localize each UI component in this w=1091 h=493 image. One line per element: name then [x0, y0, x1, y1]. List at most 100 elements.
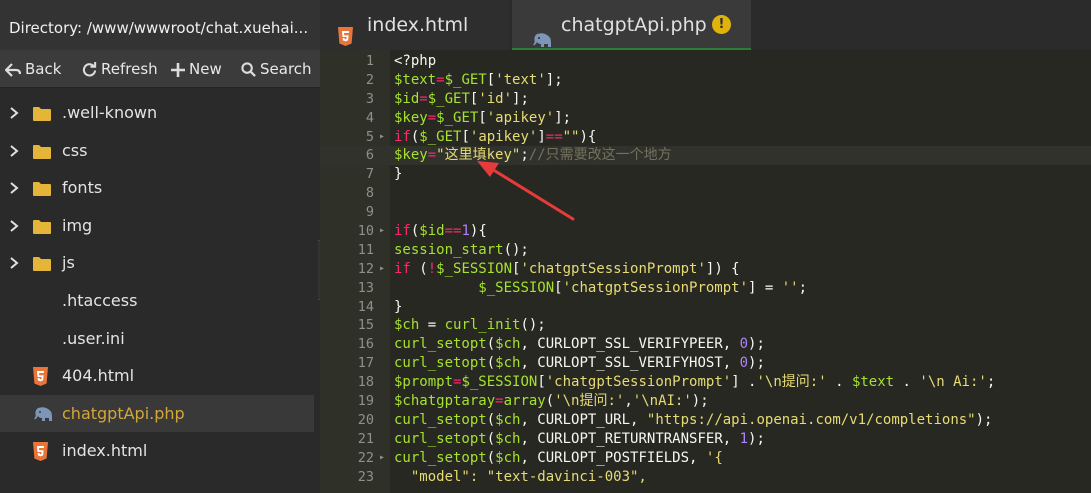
code-line[interactable]: 16 curl_setopt($ch, CURLOPT_SSL_VERIFYPEE… — [320, 335, 1091, 354]
fold-arrow-icon[interactable]: ▸ — [379, 260, 385, 279]
fold-arrow-icon[interactable]: ▸ — [379, 449, 385, 468]
code-text[interactable]: if($_GET['apikey']==""){ — [394, 128, 596, 147]
code-line[interactable]: 2 $text=$_GET['text']; — [320, 71, 1091, 90]
chevron-right-icon[interactable] — [8, 257, 20, 270]
tree-item-chatgptapi-php[interactable]: chatgptApi.php — [0, 394, 314, 433]
code-token: curl_setopt — [394, 336, 487, 353]
code-text[interactable]: $chatgptaray=array('\n提问:','\nAI:'); — [394, 392, 709, 411]
code-text[interactable]: curl_setopt($ch, CURLOPT_URL, "https://a… — [394, 411, 992, 430]
tree-item-css[interactable]: css — [0, 132, 314, 170]
code-line[interactable]: 15 $ch = curl_init(); — [320, 316, 1091, 335]
code-line[interactable]: 17 curl_setopt($ch, CURLOPT_SSL_VERIFYHOS… — [320, 354, 1091, 373]
code-text[interactable]: $_SESSION['chatgptSessionPrompt'] = ''; — [394, 279, 807, 298]
code-token: ){ — [579, 128, 597, 145]
code-line[interactable]: 6 $key="这里填key";//只需要改这一个地方 — [320, 146, 1091, 166]
code-line[interactable]: 12 ▸ if (!$_SESSION['chatgptSessionPrompt'… — [320, 260, 1091, 279]
code-text[interactable]: $prompt=$_SESSION['chatgptSessionPrompt'… — [394, 373, 995, 392]
code-token: if — [394, 260, 411, 277]
code-text[interactable]: curl_setopt($ch, CURLOPT_RETURNTRANSFER,… — [394, 430, 765, 449]
code-line[interactable]: 23 "model": "text-davinci-003", — [320, 468, 1091, 487]
line-number: 21 — [357, 430, 374, 447]
chevron-right-icon[interactable] — [8, 182, 20, 194]
code-token: == — [545, 128, 563, 145]
refresh-icon — [82, 50, 97, 88]
code-text[interactable]: } — [394, 298, 402, 317]
code-line[interactable]: 22 ▸ curl_setopt($ch, CURLOPT_POSTFIELDS, … — [320, 449, 1091, 468]
tree-item-well-known[interactable]: .well-known — [0, 94, 314, 132]
code-text[interactable]: if($id==1){ — [394, 222, 487, 241]
code-line[interactable]: 21 curl_setopt($ch, CURLOPT_RETURNTRANSFE… — [320, 430, 1091, 449]
code-token: = — [419, 317, 445, 334]
code-token: $text — [851, 374, 895, 391]
code-text[interactable]: $ch = curl_init(); — [394, 316, 546, 335]
code-token: "" — [562, 128, 580, 145]
tree-item-label: .htaccess — [62, 290, 138, 310]
refresh-label: Refresh — [101, 60, 158, 78]
code-line[interactable]: 10 ▸ if($id==1){ — [320, 222, 1091, 241]
line-number: 4 — [365, 109, 374, 126]
code-lines[interactable]: 1 <?php 2 $text=$_GET['text']; 3 $id=$_GET['i… — [320, 52, 1091, 486]
tree-item-img[interactable]: img — [0, 207, 314, 245]
code-token: = — [495, 393, 504, 410]
code-text[interactable]: $text=$_GET['text']; — [394, 71, 563, 90]
code-text[interactable]: curl_setopt($ch, CURLOPT_POSTFIELDS, '{ — [394, 449, 723, 468]
tree-item-user-ini[interactable]: .user.ini — [0, 320, 314, 358]
code-token: . — [894, 374, 920, 391]
code-line[interactable]: 11 session_start(); — [320, 241, 1091, 260]
chevron-right-icon[interactable] — [8, 220, 20, 232]
code-token: 'chatgptSessionPrompt' — [562, 279, 749, 296]
chevron-right-icon[interactable] — [8, 107, 20, 119]
back-arrow-icon — [4, 50, 22, 88]
tab-chatgptapi-php[interactable]: chatgptApi.php ! — [512, 0, 751, 50]
code-text[interactable]: $key=$_GET['apikey']; — [394, 109, 571, 128]
refresh-button[interactable]: Refresh — [82, 50, 158, 88]
fold-arrow-icon[interactable]: ▸ — [379, 222, 385, 241]
code-token: = — [436, 71, 445, 88]
back-button[interactable]: Back — [4, 50, 61, 88]
php-elephant-icon — [34, 406, 52, 421]
code-text[interactable]: "model": "text-davinci-003", — [394, 468, 647, 487]
code-line[interactable]: 4 $key=$_GET['apikey']; — [320, 109, 1091, 128]
tab-bar: index.html chatgptApi.php ! — [320, 0, 1091, 50]
tab-index-html[interactable]: index.html — [320, 0, 510, 50]
code-text[interactable]: curl_setopt($ch, CURLOPT_SSL_VERIFYPEER,… — [394, 335, 765, 354]
code-text[interactable]: curl_setopt($ch, CURLOPT_SSL_VERIFYHOST,… — [394, 354, 765, 373]
code-line[interactable]: 1 <?php — [320, 52, 1091, 71]
tree-item-404-html[interactable]: 404.html — [0, 357, 314, 395]
tree-item-htaccess[interactable]: .htaccess — [0, 282, 314, 320]
code-line[interactable]: 18 $prompt=$_SESSION['chatgptSessionPromp… — [320, 373, 1091, 392]
code-line[interactable]: 7} — [320, 165, 1091, 184]
code-token: } — [394, 298, 403, 315]
code-line[interactable]: 20 curl_setopt($ch, CURLOPT_URL, "https:/… — [320, 411, 1091, 430]
code-line[interactable]: 9 — [320, 203, 1091, 222]
code-token: [ — [554, 279, 563, 296]
code-line[interactable]: 19 $chatgptaray=array('\n提问:','\nAI:'); — [320, 392, 1091, 411]
tree-item-index-html[interactable]: index.html — [0, 432, 314, 470]
tree-item-js[interactable]: js — [0, 244, 314, 282]
fold-arrow-icon[interactable]: ▸ — [379, 128, 385, 147]
code-line[interactable]: 3 $id=$_GET['id']; — [320, 90, 1091, 109]
code-line[interactable]: 8 — [320, 184, 1091, 203]
code-text[interactable]: $key="这里填key";//只需要改这一个地方 — [394, 146, 672, 165]
code-token: [ — [486, 71, 496, 88]
line-number: 11 — [357, 241, 374, 258]
code-token: ; — [798, 279, 808, 296]
chevron-right-icon[interactable] — [8, 144, 20, 157]
code-line[interactable]: 5 ▸ if($_GET['apikey']==""){ — [320, 128, 1091, 147]
code-line[interactable]: 14} — [320, 298, 1091, 317]
code-token: ){ — [469, 223, 487, 240]
code-line[interactable]: 13 $_SESSION['chatgptSessionPrompt'] = '… — [320, 279, 1091, 298]
code-text[interactable]: <?php — [394, 52, 436, 71]
code-text[interactable]: if (!$_SESSION['chatgptSessionPrompt']) … — [394, 260, 740, 279]
line-number: 18 — [357, 374, 374, 391]
new-button[interactable]: New — [171, 50, 222, 88]
code-editor[interactable]: 1 <?php 2 $text=$_GET['text']; 3 $id=$_GET['i… — [320, 50, 1091, 493]
code-token: 'text' — [495, 71, 546, 88]
tree-item-fonts[interactable]: fonts — [0, 169, 314, 207]
code-text[interactable]: session_start(); — [394, 241, 529, 260]
code-text[interactable]: } — [394, 165, 402, 184]
code-token: 1 — [461, 223, 470, 240]
search-button[interactable]: Search — [241, 50, 312, 88]
code-text[interactable]: $id=$_GET['id']; — [394, 90, 529, 109]
